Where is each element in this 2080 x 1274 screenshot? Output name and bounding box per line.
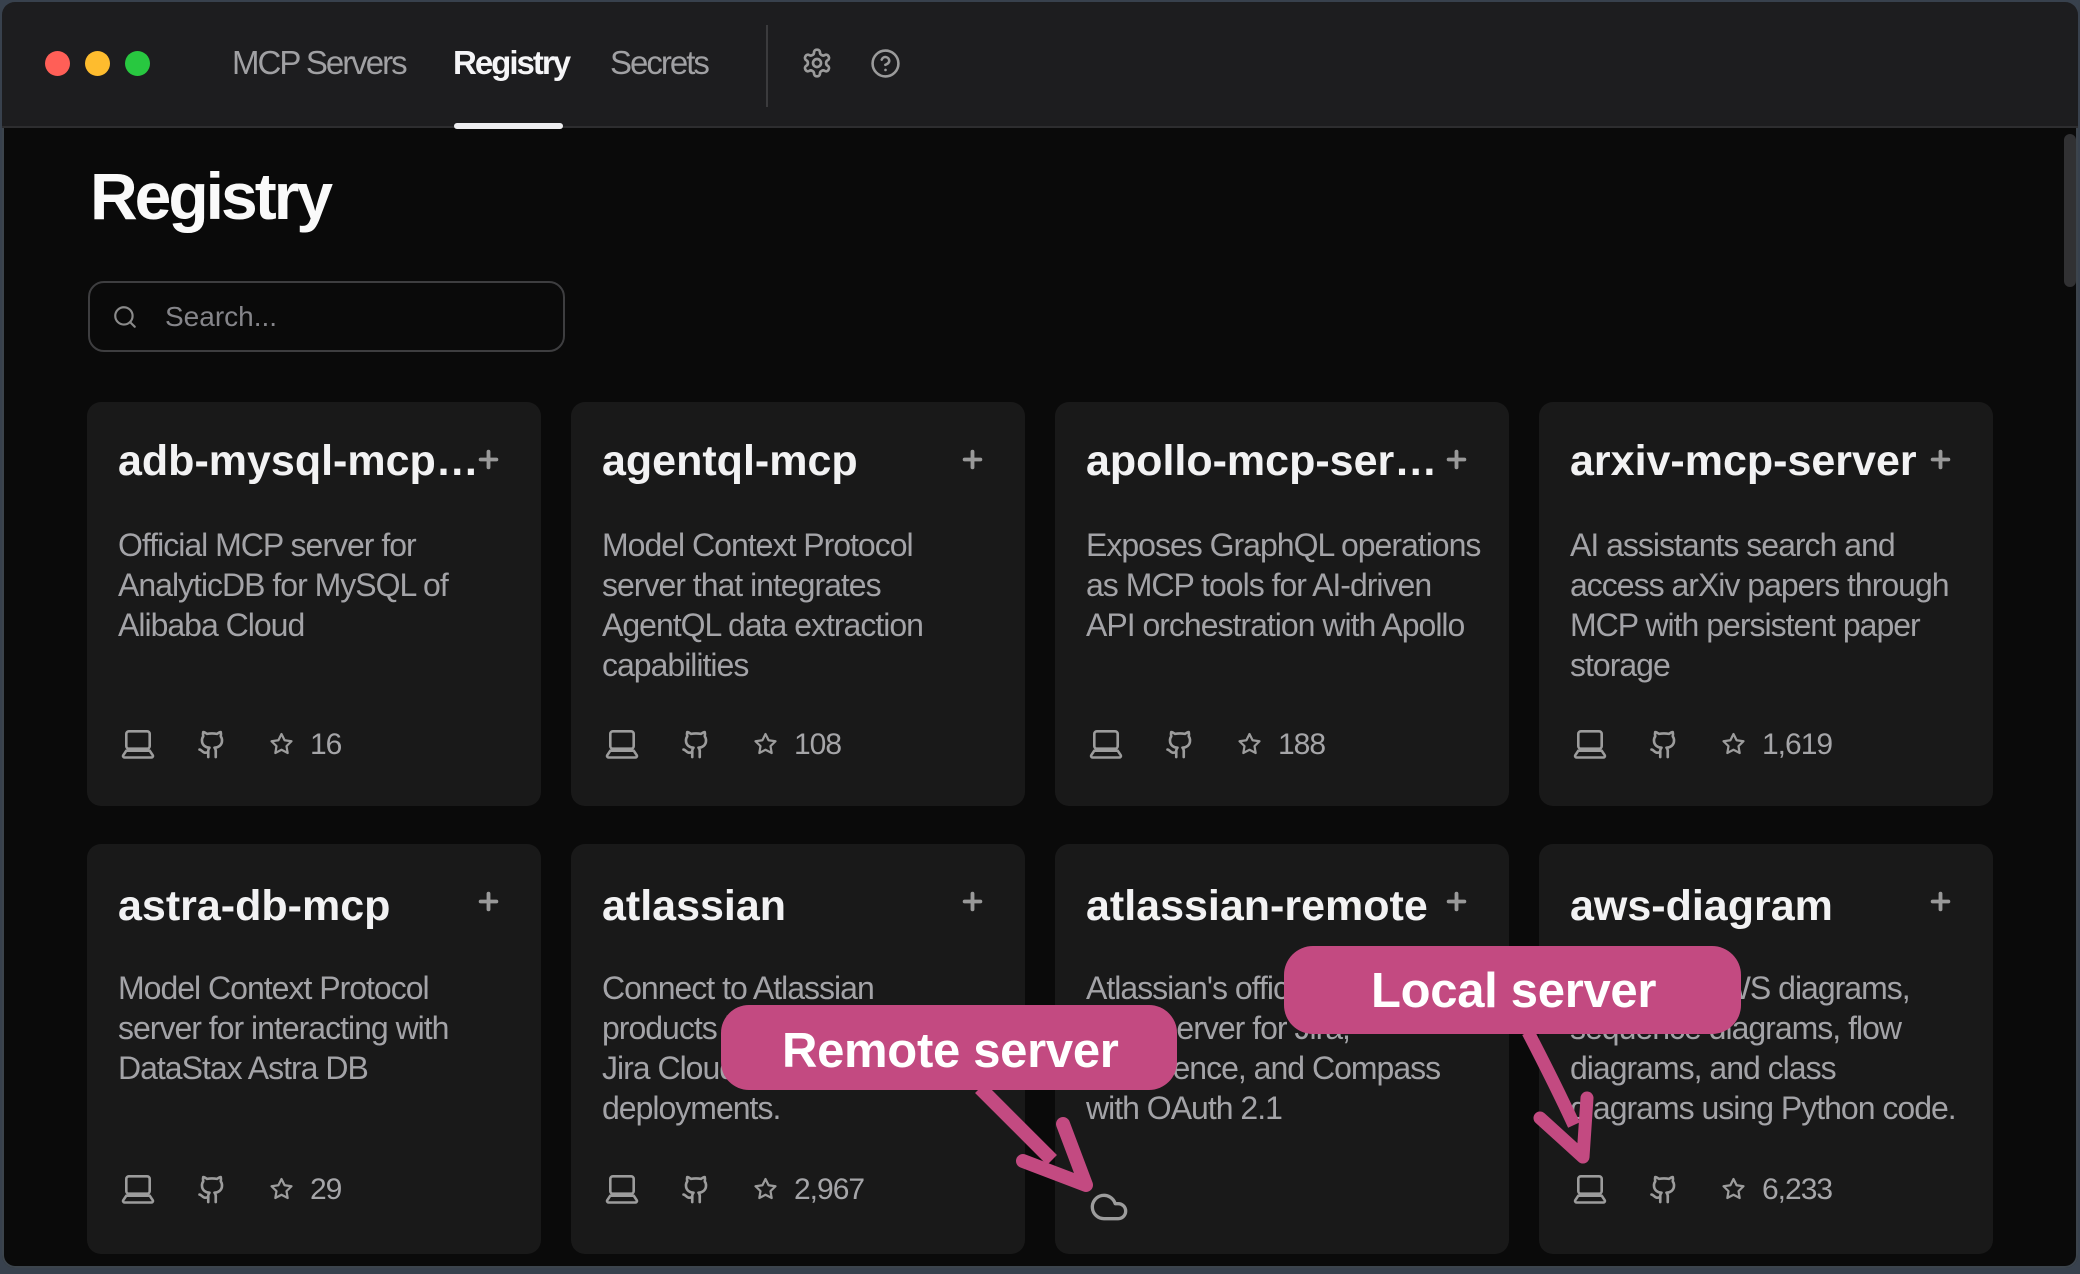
svg-text:Remote server: Remote server — [782, 1024, 1119, 1078]
svg-text:Local server: Local server — [1371, 964, 1656, 1018]
